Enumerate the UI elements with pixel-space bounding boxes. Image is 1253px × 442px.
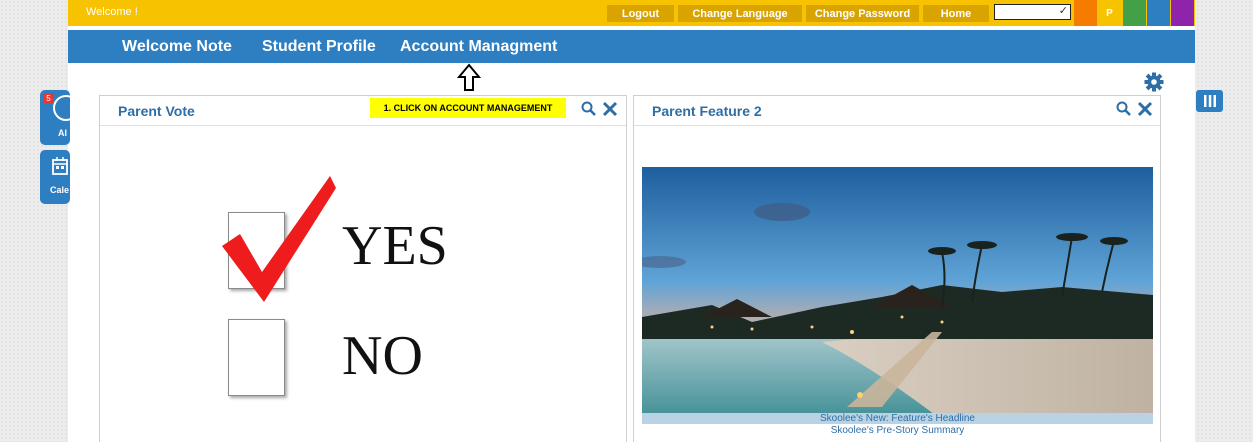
calendar-label: Cale xyxy=(50,185,70,195)
instruction-note: 1. CLICK ON ACCOUNT MANAGEMENT xyxy=(370,98,566,118)
welcome-text: Welcome ! xyxy=(86,6,138,18)
no-checkbox[interactable] xyxy=(228,319,285,396)
alert-icon xyxy=(53,95,70,121)
change-password-button[interactable]: Change Password xyxy=(806,5,919,22)
close-icon[interactable] xyxy=(1137,101,1153,117)
theme-purple-swatch[interactable] xyxy=(1171,0,1194,26)
card-header: Parent Vote 1. CLICK ON ACCOUNT MANAGEME… xyxy=(100,96,626,126)
nav-student-profile[interactable]: Student Profile xyxy=(262,38,376,56)
parent-feature-card: Parent Feature 2 Skoolee's New: Feature'… xyxy=(633,95,1161,442)
language-select[interactable]: ✓ xyxy=(994,4,1071,20)
search-icon[interactable] xyxy=(1116,101,1131,117)
checkmark-icon xyxy=(222,176,336,302)
close-icon[interactable] xyxy=(602,101,618,117)
change-language-button[interactable]: Change Language xyxy=(678,5,802,22)
home-button[interactable]: Home xyxy=(923,5,989,22)
no-label: NO xyxy=(342,325,423,387)
arrow-up-icon xyxy=(457,63,481,91)
feature-summary: Skoolee's Pre-Story Summary xyxy=(830,425,965,436)
parent-feature-title: Parent Feature 2 xyxy=(652,103,762,119)
alerts-widget[interactable]: 5 Al xyxy=(40,90,70,145)
main-nav: Welcome Note Student Profile Account Man… xyxy=(68,30,1195,63)
top-bar: Welcome ! Logout Change Language Change … xyxy=(68,0,1195,26)
card-header: Parent Feature 2 xyxy=(634,96,1160,126)
gear-icon[interactable] xyxy=(1144,72,1164,92)
search-icon[interactable] xyxy=(581,101,596,117)
feature-image[interactable] xyxy=(642,167,1153,420)
columns-widget[interactable] xyxy=(1196,90,1223,112)
feature-headline[interactable]: Skoolee's New: Feature's Headline xyxy=(642,413,1153,424)
calendar-icon xyxy=(52,157,68,175)
alerts-label: Al xyxy=(58,128,67,138)
theme-yellow-swatch[interactable]: P xyxy=(1098,0,1121,26)
nav-account-management[interactable]: Account Managment xyxy=(400,38,557,56)
calendar-widget[interactable]: Cale xyxy=(40,150,70,204)
vote-body: YES NO xyxy=(100,126,626,442)
theme-green-swatch[interactable] xyxy=(1123,0,1146,26)
yes-label: YES xyxy=(342,215,448,277)
parent-vote-card: Parent Vote 1. CLICK ON ACCOUNT MANAGEME… xyxy=(99,95,627,442)
chevron-down-icon: ✓ xyxy=(1058,5,1068,17)
theme-blue-swatch[interactable] xyxy=(1147,0,1170,26)
nav-welcome-note[interactable]: Welcome Note xyxy=(122,38,232,56)
parent-vote-title: Parent Vote xyxy=(118,103,195,119)
columns-icon xyxy=(1203,95,1216,107)
logout-button[interactable]: Logout xyxy=(607,5,674,22)
theme-orange-swatch[interactable] xyxy=(1074,0,1097,26)
